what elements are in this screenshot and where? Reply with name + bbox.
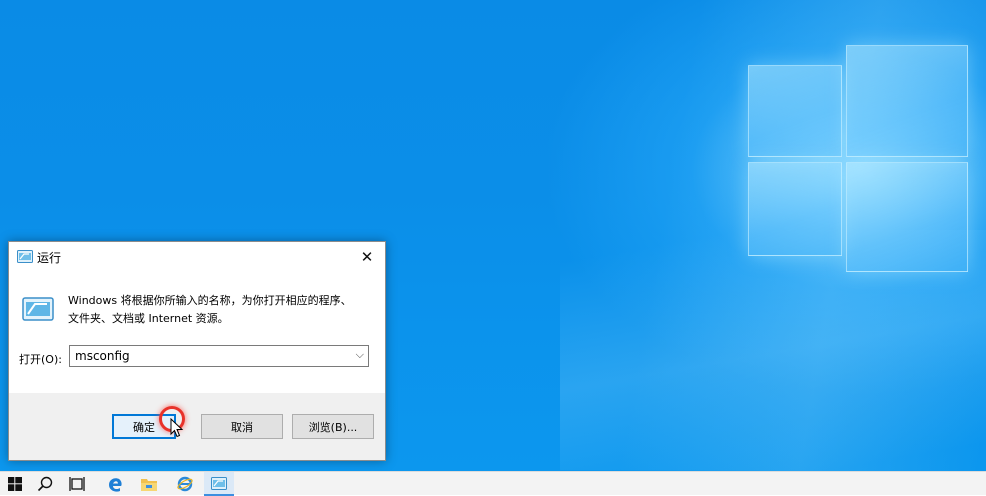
run-icon	[17, 250, 33, 263]
open-label: 打开(O):	[19, 353, 62, 366]
description-line: 文件夹、文档或 Internet 资源。	[68, 312, 229, 325]
close-icon: ✕	[360, 248, 374, 266]
dialog-footer: 确定 取消 浏览(B)...	[9, 393, 385, 460]
run-icon	[211, 476, 227, 490]
browse-button[interactable]: 浏览(B)...	[292, 414, 374, 439]
dialog-description: Windows 将根据你所输入的名称，为你打开相应的程序、 文件夹、文档或 In…	[68, 292, 378, 328]
chevron-down-icon[interactable]: ⌵	[356, 348, 364, 362]
run-icon	[22, 297, 54, 321]
taskbar	[0, 471, 986, 496]
file-explorer-button[interactable]	[134, 472, 164, 496]
task-view-icon	[69, 477, 85, 491]
logo-pane	[748, 65, 842, 157]
open-input[interactable]: msconfig	[75, 349, 130, 363]
logo-pane	[748, 162, 842, 256]
edge-icon	[109, 478, 122, 492]
task-view-button[interactable]	[62, 472, 92, 496]
open-combobox[interactable]: msconfig ⌵	[69, 345, 369, 367]
logo-pane	[846, 162, 968, 272]
internet-explorer-button[interactable]	[170, 472, 200, 496]
close-button[interactable]: ✕	[349, 242, 385, 272]
file-explorer-icon	[141, 479, 157, 491]
run-taskbar-button[interactable]	[204, 472, 234, 496]
windows-start-icon	[8, 477, 22, 491]
edge-button[interactable]	[100, 472, 130, 496]
logo-pane	[846, 45, 968, 157]
start-button[interactable]	[0, 472, 30, 496]
windows-logo-wallpaper	[746, 45, 968, 272]
dialog-title: 运行	[37, 251, 62, 265]
cancel-button[interactable]: 取消	[201, 414, 283, 439]
internet-explorer-icon	[177, 476, 193, 492]
dialog-titlebar[interactable]: 运行 ✕	[9, 242, 385, 272]
description-line: Windows 将根据你所输入的名称，为你打开相应的程序、	[68, 294, 352, 307]
mouse-cursor-icon	[170, 418, 184, 438]
search-icon	[37, 476, 53, 492]
search-button[interactable]	[30, 472, 60, 496]
run-dialog: 运行 ✕ Windows 将根据你所输入的名称，为你打开相应的程序、 文件夹、文…	[8, 241, 386, 461]
